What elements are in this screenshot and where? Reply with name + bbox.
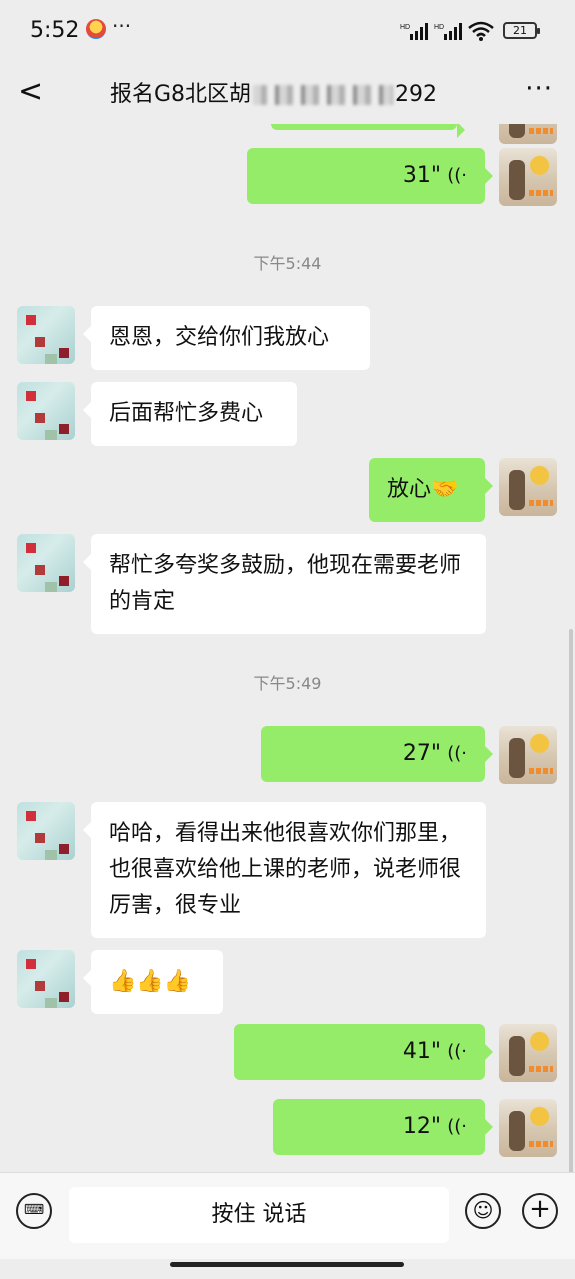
- chat-header: < 报名G8北区胡 292 ···: [0, 62, 575, 124]
- input-bar: ⌨ 按住 说话 ☺ +: [0, 1172, 575, 1259]
- timestamp: 下午5:44: [253, 254, 322, 273]
- home-indicator[interactable]: [170, 1262, 404, 1267]
- outgoing-message[interactable]: 放心🤝: [369, 458, 493, 522]
- signal-icon: HD: [400, 23, 428, 40]
- plus-icon[interactable]: +: [522, 1193, 558, 1229]
- incoming-message[interactable]: 帮忙多夸奖多鼓励，他现在需要老师的肯定: [83, 534, 486, 634]
- timestamp: 下午5:49: [253, 674, 322, 693]
- hold-to-talk-button[interactable]: 按住 说话: [69, 1187, 449, 1243]
- battery-indicator: 21: [503, 22, 540, 39]
- scrollbar[interactable]: [569, 629, 573, 1172]
- avatar[interactable]: [499, 124, 557, 144]
- keyboard-icon[interactable]: ⌨: [16, 1193, 52, 1229]
- redacted-text: [253, 85, 394, 105]
- emoji-icon[interactable]: ☺: [465, 1193, 501, 1229]
- voice-duration: 41": [402, 1039, 441, 1064]
- incoming-message[interactable]: 👍👍👍: [83, 950, 223, 1014]
- avatar[interactable]: [499, 1024, 557, 1082]
- net1-label: HD: [400, 24, 410, 31]
- avatar[interactable]: [499, 458, 557, 516]
- avatar[interactable]: [17, 382, 75, 440]
- avatar[interactable]: [499, 148, 557, 206]
- incoming-message[interactable]: 哈哈，看得出来他很喜欢你们那里，也很喜欢给他上课的老师，说老师很厉害，很专业: [83, 802, 486, 938]
- voice-duration: 31": [402, 163, 441, 188]
- avatar[interactable]: [17, 802, 75, 860]
- chat-title-prefix: 报名G8北区胡: [110, 82, 252, 107]
- incoming-message[interactable]: 恩恩，交给你们我放心: [83, 306, 370, 370]
- chat-title-suffix: 292: [395, 82, 438, 107]
- voice-message[interactable]: 27" ((·: [261, 726, 493, 782]
- voice-wave-icon: ((·: [447, 165, 467, 186]
- status-time: 5:52: [30, 18, 80, 43]
- voice-wave-icon: ((·: [447, 1116, 467, 1137]
- voice-message[interactable]: 41" ((·: [234, 1024, 493, 1080]
- voice-wave-icon: ((·: [447, 743, 467, 764]
- avatar[interactable]: [499, 726, 557, 784]
- voice-duration: 12": [402, 1114, 441, 1139]
- chat-title: 报名G8北区胡 292: [110, 76, 437, 108]
- back-button[interactable]: <: [18, 72, 48, 112]
- incoming-message[interactable]: 后面帮忙多费心: [83, 382, 297, 446]
- outgoing-message-partial[interactable]: [271, 124, 465, 138]
- voice-message[interactable]: 31" ((·: [247, 148, 493, 204]
- avatar[interactable]: [17, 534, 75, 592]
- status-more: ···: [112, 14, 132, 38]
- avatar[interactable]: [17, 306, 75, 364]
- status-bar: 5:52 ··· HD HD 21: [0, 0, 575, 62]
- wifi-icon: [468, 21, 494, 41]
- avatar[interactable]: [499, 1099, 557, 1157]
- message-list[interactable]: 31" ((· 下午5:44 恩恩，交给你们我放心 后面帮忙多费心 放心🤝 帮忙多…: [0, 124, 575, 1172]
- signal-icon: HD: [434, 23, 462, 40]
- voice-duration: 27": [402, 741, 441, 766]
- app-notification-icon: [86, 19, 106, 39]
- avatar[interactable]: [17, 950, 75, 1008]
- voice-message[interactable]: 12" ((·: [273, 1099, 493, 1155]
- voice-wave-icon: ((·: [447, 1041, 467, 1062]
- more-options-button[interactable]: ···: [525, 74, 553, 104]
- net2-label: HD: [434, 24, 444, 31]
